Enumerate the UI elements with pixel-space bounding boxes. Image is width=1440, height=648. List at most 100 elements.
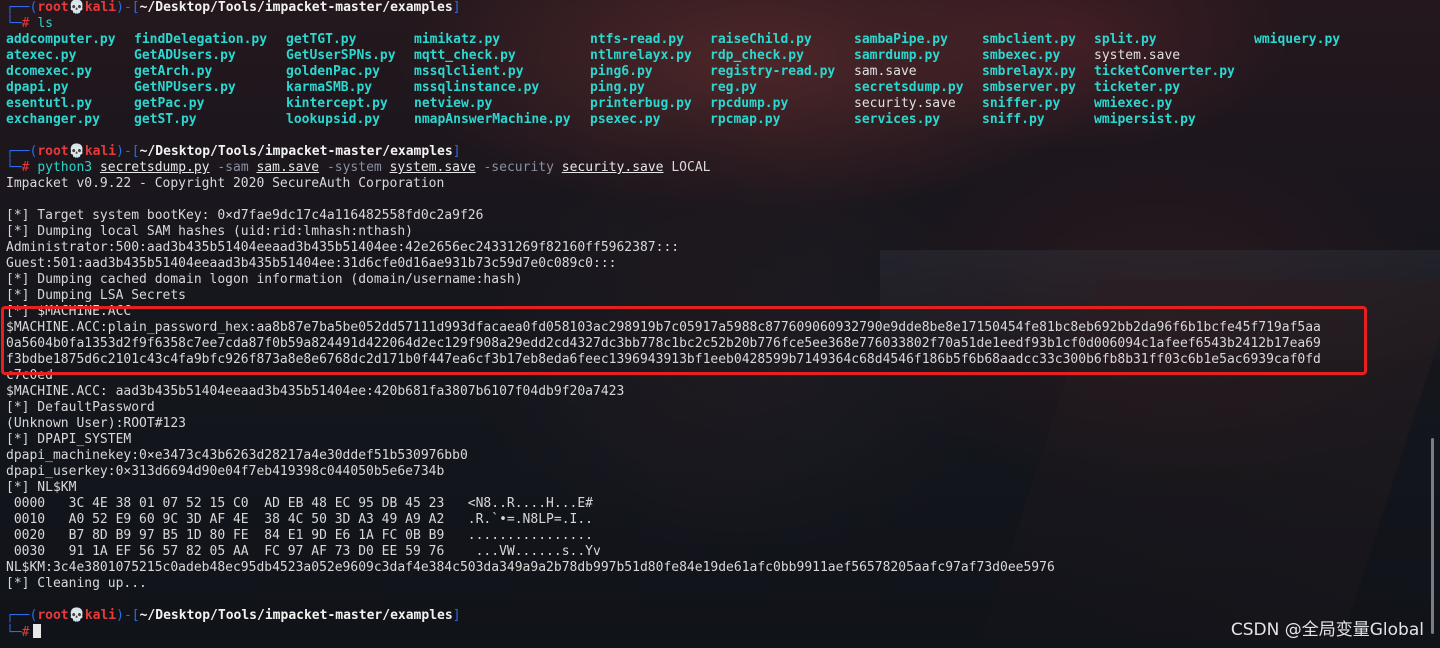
prompt-line: ┌──(root💀kali)-[~/Desktop/Tools/impacket… bbox=[6, 144, 1440, 160]
ls-file-entry: sniff.py bbox=[982, 112, 1045, 127]
ls-file-entry: system.save bbox=[1094, 48, 1181, 63]
cmd-flag-security: -security bbox=[483, 160, 554, 175]
cmd-python3: python3 bbox=[37, 160, 93, 175]
hexdump-row: 0010 A0 52 E9 60 9C 3D AF 4E 38 4C 50 3D… bbox=[6, 512, 593, 527]
ls-file-entry: dpapi.py bbox=[6, 80, 69, 95]
ls-file-entry: ntlmrelayx.py bbox=[590, 48, 692, 63]
scrollbar[interactable] bbox=[1431, 438, 1434, 634]
ls-file-entry: psexec.py bbox=[590, 112, 661, 127]
prompt-line: ┌──(root💀kali)-[~/Desktop/Tools/impacket… bbox=[6, 0, 1440, 16]
output-nlkm-value: NL$KM:3c4e3801075215c0adeb48ec95db4523a0… bbox=[6, 560, 1055, 575]
ls-file-entry: printerbug.py bbox=[590, 96, 692, 111]
output-admin-hash: Administrator:500:aad3b435b51404eeaad3b4… bbox=[6, 240, 680, 255]
ls-file-entry: ntfs-read.py bbox=[590, 32, 684, 47]
prompt-bracket-close: )-[ bbox=[116, 0, 140, 15]
prompt-path: ~/Desktop/Tools/impacket-master/examples bbox=[139, 0, 453, 15]
output-default-password: [*] DefaultPassword bbox=[6, 400, 155, 415]
skull-icon: 💀 bbox=[68, 608, 85, 623]
ls-file-entry: sniffer.py bbox=[982, 96, 1061, 111]
output-dumping-lsa: [*] Dumping LSA Secrets bbox=[6, 288, 187, 303]
ls-file-entry: smbexec.py bbox=[982, 48, 1061, 63]
prompt-user: root bbox=[37, 144, 69, 159]
ls-file-entry: ticketer.py bbox=[1094, 80, 1181, 95]
ls-file-entry: dcomexec.py bbox=[6, 64, 93, 79]
output-bootkey: [*] Target system bootKey: 0×d7fae9dc17c… bbox=[6, 208, 484, 223]
ls-file-entry: samrdump.py bbox=[854, 48, 941, 63]
prompt-corner: ┌──( bbox=[6, 608, 38, 623]
terminal-window[interactable]: ┌──(root💀kali)-[~/Desktop/Tools/impacket… bbox=[0, 0, 1440, 648]
ls-file-entry: addcomputer.py bbox=[6, 32, 116, 47]
ls-file-entry: wmiexec.py bbox=[1094, 96, 1173, 111]
ls-file-entry: getPac.py bbox=[134, 96, 205, 111]
ls-file-entry: atexec.py bbox=[6, 48, 77, 63]
output-dumping-sam: [*] Dumping local SAM hashes (uid:rid:lm… bbox=[6, 224, 413, 239]
prompt-path: ~/Desktop/Tools/impacket-master/examples bbox=[139, 144, 453, 159]
output-guest-hash: Guest:501:aad3b435b51404eeaad3b435b51404… bbox=[6, 256, 617, 271]
prompt-corner: ┌──( bbox=[6, 0, 38, 15]
prompt-user: root bbox=[37, 608, 69, 623]
ls-file-entry: rpcdump.py bbox=[710, 96, 789, 111]
ls-file-entry: goldenPac.py bbox=[286, 64, 380, 79]
ls-file-entry: services.py bbox=[854, 112, 941, 127]
hexdump-row: 0020 B7 8D B9 97 B5 1D 80 FE 84 E1 9D E6… bbox=[6, 528, 593, 543]
ls-file-entry: getTGT.py bbox=[286, 32, 357, 47]
watermark: CSDN @全局变量Global bbox=[1230, 620, 1424, 640]
ls-file-entry: wmiquery.py bbox=[1254, 32, 1341, 47]
ls-file-entry: rpcmap.py bbox=[710, 112, 781, 127]
ls-listing: addcomputer.py findDelegation.py getTGT.py… bbox=[6, 32, 1440, 128]
ls-file-entry: kintercept.py bbox=[286, 96, 388, 111]
prompt-bracket-end: ] bbox=[452, 0, 461, 15]
ls-row: addcomputer.py findDelegation.py getTGT.py… bbox=[6, 32, 1440, 48]
prompt-corner-bottom: └─ bbox=[6, 625, 22, 640]
ls-row: atexec.py GetADUsers.py GetUserSPNs.py mqtt… bbox=[6, 48, 1440, 64]
ls-command: ls bbox=[37, 16, 53, 31]
output-dpapi-userkey: dpapi_userkey:0×313d6694d90e04f7eb419398… bbox=[6, 464, 445, 479]
output-dpapi-system: [*] DPAPI_SYSTEM bbox=[6, 432, 132, 447]
command-line-active[interactable]: └─# bbox=[6, 624, 1440, 640]
output-machine-nt: $MACHINE.ACC: aad3b435b51404eeaad3b435b5… bbox=[6, 384, 625, 399]
prompt-path: ~/Desktop/Tools/impacket-master/examples bbox=[139, 608, 453, 623]
output-cleaning: [*] Cleaning up... bbox=[6, 576, 147, 591]
ls-file-entry: registry-read.py bbox=[710, 64, 836, 79]
ls-file-entry: nmapAnswerMachine.py bbox=[414, 112, 571, 127]
prompt-host: kali bbox=[84, 0, 117, 15]
output-dumping-cached: [*] Dumping cached domain logon informat… bbox=[6, 272, 523, 287]
output-nlkm-header: [*] NL$KM bbox=[6, 480, 77, 495]
ls-row: dcomexec.py getArch.py goldenPac.py mssqlcl… bbox=[6, 64, 1440, 80]
ls-file-entry: ping.py bbox=[590, 80, 645, 95]
ls-file-entry: GetADUsers.py bbox=[134, 48, 236, 63]
ls-file-entry: reg.py bbox=[710, 80, 757, 95]
prompt-bracket-end: ] bbox=[452, 144, 461, 159]
ls-file-entry: karmaSMB.py bbox=[286, 80, 373, 95]
ls-row: exchanger.py getST.py lookupsid.py nmapAnsw… bbox=[6, 112, 1440, 128]
prompt-host: kali bbox=[84, 608, 117, 623]
ls-file-entry: mqtt_check.py bbox=[414, 48, 516, 63]
command-line: └─# ls bbox=[6, 16, 1440, 32]
output-banner: Impacket v0.9.22 - Copyright 2020 Secure… bbox=[6, 176, 445, 191]
ls-file-entry: smbrelayx.py bbox=[982, 64, 1076, 79]
ls-file-entry: findDelegation.py bbox=[134, 32, 268, 47]
ls-file-entry: GetNPUsers.py bbox=[134, 80, 236, 95]
cmd-script: secretsdump.py bbox=[99, 160, 210, 175]
hexdump-row: 0000 3C 4E 38 01 07 52 15 C0 AD EB 48 EC… bbox=[6, 496, 593, 511]
text-cursor[interactable] bbox=[33, 624, 42, 638]
cmd-flag-sam: -sam bbox=[217, 160, 249, 175]
ls-file-entry: split.py bbox=[1094, 32, 1157, 47]
cmd-file-system: system.save bbox=[389, 160, 476, 175]
ls-file-entry: wmipersist.py bbox=[1094, 112, 1196, 127]
prompt-user: root bbox=[37, 0, 69, 15]
skull-icon: 💀 bbox=[68, 0, 85, 15]
cmd-file-sam: sam.save bbox=[256, 160, 320, 175]
ls-file-entry: ping6.py bbox=[590, 64, 653, 79]
cmd-flag-system: -system bbox=[326, 160, 382, 175]
ls-file-entry: sambaPipe.py bbox=[854, 32, 948, 47]
ls-file-entry: ticketConverter.py bbox=[1094, 64, 1235, 79]
ls-file-entry: mimikatz.py bbox=[414, 32, 501, 47]
command-line: └─# python3 secretsdump.py -sam sam.save… bbox=[6, 160, 1440, 176]
prompt-bracket-end: ] bbox=[452, 608, 461, 623]
ls-row: dpapi.py GetNPUsers.py karmaSMB.py mssqlins… bbox=[6, 80, 1440, 96]
ls-file-entry: lookupsid.py bbox=[286, 112, 380, 127]
